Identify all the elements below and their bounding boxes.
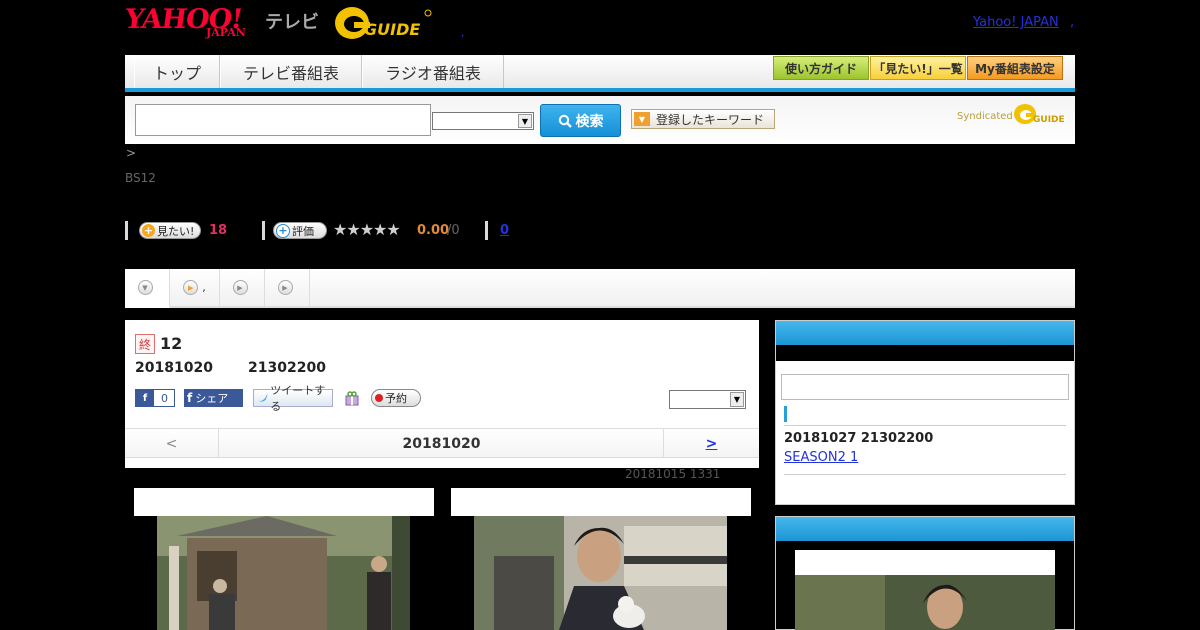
tweet-label: ツイートする <box>270 384 326 413</box>
reserve-recording-button[interactable]: 予約 <box>371 389 421 407</box>
tab-radio-listings[interactable]: ラジオ番組表 <box>362 55 504 88</box>
final-episode-badge: 終 <box>135 334 155 354</box>
scene-photo-2[interactable] <box>451 488 751 630</box>
usage-guide-button[interactable]: 使い方ガイド <box>773 56 869 80</box>
divider <box>784 425 1066 426</box>
chevron-down-icon: ▼ <box>518 114 532 128</box>
search-button[interactable]: 検索 <box>540 104 621 137</box>
sidebar-header-bar <box>776 345 1074 361</box>
rate-button[interactable]: + 評価 <box>273 222 327 239</box>
chevron-down-icon: ▼ <box>137 280 153 295</box>
tab-tv-listings[interactable]: テレビ番組表 <box>220 55 362 88</box>
tab-top[interactable]: トップ <box>134 55 220 88</box>
syndicated-gguide-logo: GUIDE <box>1014 104 1065 125</box>
saved-keywords-label: 登録したキーワード <box>656 112 765 127</box>
divider <box>125 221 128 240</box>
header-separator: , <box>461 28 465 39</box>
sidebar-input[interactable] <box>781 374 1069 400</box>
page: YAHOO! JAPAN テレビ GUIDE , Yahoo! JAPAN , … <box>0 0 1200 630</box>
divider <box>485 221 488 240</box>
previous-episode-button[interactable]: < <box>125 429 219 458</box>
saved-keywords-button[interactable]: ▼ 登録したキーワード <box>631 109 775 129</box>
facebook-share-label: シェア <box>195 392 229 405</box>
subtab-overview[interactable]: ▼ <box>125 269 170 308</box>
want-count: 18 <box>209 223 228 238</box>
scene-photo-image <box>474 516 727 630</box>
syndicated-label: Syndicated <box>957 111 1013 122</box>
sidebar-photo-frame[interactable] <box>795 550 1055 630</box>
search-icon <box>558 114 572 128</box>
scene-photo-image <box>157 516 410 630</box>
channel-name: BS12 <box>125 171 156 185</box>
broadcast-time: 21302200 <box>248 360 326 376</box>
plus-icon: + <box>276 223 290 238</box>
reserve-label: 予約 <box>385 392 407 405</box>
record-icon <box>375 394 383 402</box>
want-button-label: 見たい! <box>157 224 195 238</box>
broadcast-date: 20181020 <box>135 360 213 376</box>
review-count-link[interactable]: 0 <box>500 223 509 238</box>
program-subtabs: ▼ ▶ , ▶ ▶ <box>125 269 1075 308</box>
tweet-button[interactable]: ツイートする <box>253 384 333 413</box>
breadcrumb[interactable]: > <box>126 146 136 160</box>
program-panel: 終 12 20181020 21302200 f 0 f シェア ツイートする … <box>125 320 759 468</box>
triangle-down-icon: ▼ <box>634 112 650 126</box>
facebook-icon: f <box>187 391 193 405</box>
subtab-related[interactable]: ▶ <box>265 269 310 306</box>
chevron-down-icon: ▼ <box>730 392 744 407</box>
subtab-cast[interactable]: ▶ , <box>170 269 220 306</box>
gift-icon[interactable] <box>344 389 360 407</box>
gguide-logo[interactable]: GUIDE <box>334 5 432 41</box>
play-icon: ▶ <box>277 280 293 295</box>
current-episode-date: 20181020 <box>402 435 481 452</box>
facebook-like-count: 0 <box>161 391 168 405</box>
tv-logo-text[interactable]: テレビ <box>265 8 319 34</box>
facebook-like-button[interactable]: f 0 <box>135 389 175 407</box>
divider <box>262 221 265 240</box>
yahoo-japan-link[interactable]: Yahoo! JAPAN <box>973 15 1059 30</box>
want-button[interactable]: + 見たい! <box>139 222 202 239</box>
rating-score: 0.00 <box>417 223 450 238</box>
subtab-reviews[interactable]: ▶ <box>220 269 265 306</box>
header-link-separator: , <box>1070 15 1075 30</box>
episode-pager: < 20181020 > <box>125 428 759 458</box>
search-button-label: 検索 <box>575 113 604 130</box>
subtab-label: , <box>202 281 206 294</box>
play-icon: ▶ <box>232 280 248 295</box>
episode-title: 12 <box>160 334 183 353</box>
sidebar-header <box>776 321 1074 345</box>
facebook-icon: f <box>136 390 154 406</box>
sidebar-photo-image <box>795 575 1055 630</box>
search-category-select[interactable]: ▼ <box>432 112 534 130</box>
rating-stars: ★★★★★ <box>333 220 401 239</box>
sidebar-next-broadcast: 20181027 21302200 SEASON2 1 <box>775 320 1075 505</box>
svg-text:GUIDE: GUIDE <box>364 20 420 39</box>
next-episode-link[interactable]: > <box>663 429 759 458</box>
plus-icon: + <box>142 224 155 237</box>
yahoo-logo-japan: JAPAN <box>206 26 246 39</box>
section-marker <box>784 406 787 422</box>
photo-caption-bar <box>451 488 751 516</box>
last-updated: 20181015 1331 <box>625 467 721 481</box>
search-input[interactable] <box>135 104 431 136</box>
svg-text:GUIDE: GUIDE <box>1033 115 1065 125</box>
play-icon: ▶ <box>183 280 199 295</box>
want-list-button[interactable]: 「見たい!」一覧 <box>870 56 966 80</box>
facebook-share-button[interactable]: f シェア <box>184 389 243 407</box>
sidebar-header <box>776 517 1074 541</box>
program-options-select[interactable]: ▼ <box>669 390 746 409</box>
main-nav: トップ テレビ番組表 ラジオ番組表 使い方ガイド 「見たい!」一覧 My番組表設… <box>125 55 1075 92</box>
rate-button-label: 評価 <box>292 224 314 238</box>
next-broadcast-datetime: 20181027 21302200 <box>784 431 934 446</box>
scene-photo-1[interactable] <box>134 488 434 630</box>
photo-caption-bar <box>134 488 434 516</box>
search-bar: ▼ 検索 ▼ 登録したキーワード Syndicated GUIDE <box>125 96 1075 144</box>
rating-count: /0 <box>447 223 460 238</box>
divider <box>784 474 1066 475</box>
next-broadcast-link[interactable]: SEASON2 1 <box>784 450 858 465</box>
sidebar-gallery <box>775 516 1075 630</box>
twitter-bird-icon <box>257 394 269 402</box>
my-listings-settings-button[interactable]: My番組表設定 <box>967 56 1063 80</box>
